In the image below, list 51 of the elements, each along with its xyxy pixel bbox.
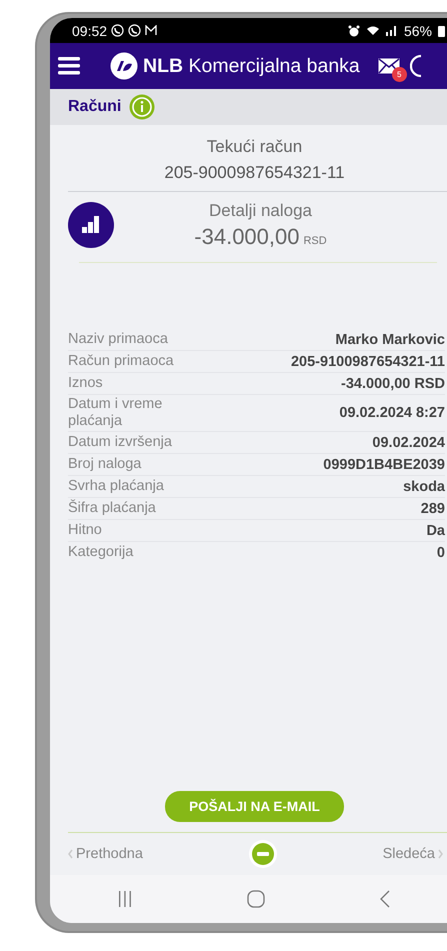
chevron-right-icon xyxy=(438,849,443,859)
info-icon[interactable] xyxy=(129,94,156,120)
phone-circle-icon xyxy=(111,24,124,37)
detail-label: Račun primaoca xyxy=(68,353,175,370)
detail-label: Broj naloga xyxy=(68,456,142,473)
detail-value: 09.02.2024 xyxy=(372,434,445,450)
detail-value: 0999D1B4BE2039 xyxy=(323,456,445,472)
detail-label: Datum i vreme plaćanja xyxy=(68,396,164,430)
phone-circle-icon xyxy=(128,24,142,37)
bank-name: NLB Komercijalna banka xyxy=(143,54,360,78)
minus-circle-icon xyxy=(248,840,277,868)
chevron-left-icon xyxy=(68,849,73,859)
detail-value: 205-9100987654321-11 xyxy=(290,354,445,370)
mail-icon xyxy=(145,25,158,36)
arc-icon xyxy=(410,54,422,78)
account-number: 205-9000987654321-11 xyxy=(163,163,346,183)
battery-icon xyxy=(438,24,445,36)
detail-value: skoda xyxy=(403,478,445,494)
alarm-icon xyxy=(348,24,360,36)
wifi-icon xyxy=(366,25,380,36)
detail-value: -34.000,00 RSD xyxy=(341,376,445,392)
back-icon[interactable] xyxy=(380,890,390,908)
detail-label: Hitno xyxy=(68,522,103,539)
battery-percent: 56% xyxy=(404,22,432,38)
detail-label: Iznos xyxy=(68,375,104,392)
previous-link[interactable]: Prethodna xyxy=(68,846,143,862)
detail-value: 09.02.2024 8:27 xyxy=(339,405,445,421)
currency-label: RSD xyxy=(303,234,327,246)
order-title: Detalji naloga xyxy=(208,200,313,220)
detail-label: Šifra plaćanja xyxy=(68,500,157,517)
menu-icon xyxy=(58,57,80,75)
send-email-button[interactable]: POŠALJI NA E-MAIL xyxy=(165,791,344,822)
detail-label: Svrha plaćanja xyxy=(68,478,165,495)
bar-chart-icon xyxy=(68,202,114,248)
logo-icon xyxy=(110,52,138,80)
unread-count-badge: 5 xyxy=(392,67,407,82)
recent-apps-icon[interactable] xyxy=(118,890,132,908)
detail-value: 289 xyxy=(420,500,445,516)
detail-value: 0 xyxy=(436,544,445,560)
detail-value: Da xyxy=(426,522,445,538)
section-title: Računi xyxy=(68,98,122,116)
account-type: Tekući račun xyxy=(206,137,304,157)
order-amount: -34.000,00 xyxy=(194,224,300,248)
signal-icon xyxy=(386,25,398,36)
next-link[interactable]: Sledeća xyxy=(382,846,443,862)
home-icon[interactable] xyxy=(246,890,264,908)
clock-time: 09:52 xyxy=(72,22,108,38)
detail-label: Datum izvršenja xyxy=(68,434,173,451)
detail-value: Marko Markovic xyxy=(335,332,445,348)
detail-label: Naziv primaoca xyxy=(68,331,169,348)
detail-label: Kategorija xyxy=(68,544,134,561)
